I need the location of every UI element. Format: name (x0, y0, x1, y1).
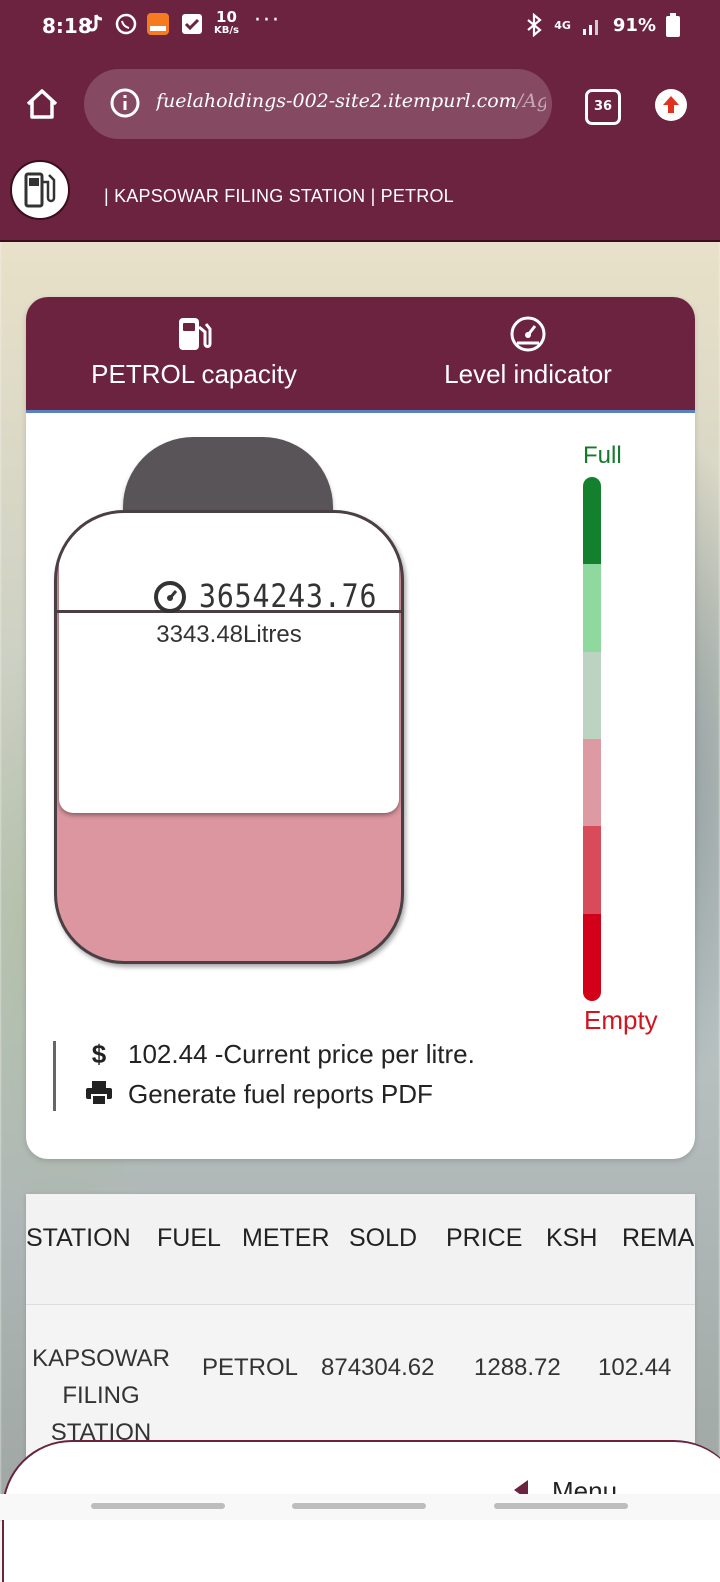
nav-home[interactable] (292, 1503, 426, 1509)
price-row: $102.44 -Current price per litre. (84, 1039, 475, 1070)
price-text: 102.44 -Current price per litre. (128, 1039, 475, 1069)
level-empty-label: Empty (584, 1005, 658, 1035)
generate-report-link[interactable]: Generate fuel reports PDF (84, 1079, 433, 1110)
cell-station: KAPSOWAR FILING STATION (32, 1345, 170, 1446)
upload-icon[interactable] (654, 88, 688, 122)
table-header: STATION FUEL METER SOLD PRICE KSH REMAI (26, 1194, 695, 1305)
col-sold: SOLD (349, 1224, 418, 1252)
nav-recents[interactable] (91, 1503, 225, 1509)
printer-icon (84, 1079, 114, 1110)
cell-price: 102.44 (598, 1354, 672, 1381)
report-text[interactable]: Generate fuel reports PDF (128, 1079, 433, 1109)
meter-reading: 3654243.76 (199, 577, 378, 615)
level-segment (583, 564, 601, 652)
tab-level-indicator[interactable]: Level indicator (386, 297, 670, 410)
more-notifications-icon: ··· (254, 8, 281, 33)
col-price: PRICE (446, 1224, 523, 1252)
level-indicator-bar (583, 477, 601, 1001)
col-station: STATION (26, 1224, 131, 1252)
system-nav-bar (0, 1494, 720, 1520)
tank-empty-space (59, 513, 399, 813)
cell-sold: 1288.72 (474, 1354, 561, 1381)
home-icon[interactable] (24, 86, 60, 122)
cell-meter: 874304.62 (321, 1354, 435, 1381)
signal-icon (582, 20, 598, 35)
bluetooth-icon (527, 13, 542, 37)
whatsapp-icon (115, 13, 137, 35)
gauge-icon (510, 316, 546, 352)
tiktok-icon (86, 14, 103, 32)
network-speed: 10 KB/s (214, 8, 239, 37)
tab-petrol-capacity[interactable]: PETROL capacity (52, 297, 336, 410)
tab-switcher-button[interactable]: 36 (585, 89, 621, 125)
page-title: | KAPSOWAR FILING STATION | PETROL (104, 186, 454, 206)
col-remaining: REMAI (622, 1224, 695, 1252)
fuel-capacity-card: PETROL capacity Level indicator 3654243.… (26, 297, 695, 1159)
fuel-station-logo[interactable] (10, 160, 70, 220)
cell-fuel: PETROL (202, 1354, 299, 1381)
level-segment (583, 826, 601, 914)
fuel-tank: 3654243.76 3343.48Litres (54, 510, 404, 964)
level-full-label: Full (583, 442, 622, 469)
level-segment (583, 913, 601, 1001)
fuel-pump-icon (179, 318, 212, 350)
level-segment (583, 651, 601, 739)
col-ksh: KSH (546, 1224, 598, 1252)
info-block: $102.44 -Current price per litre. Genera… (53, 1039, 656, 1111)
litres-remaining: 3343.48Litres (156, 621, 302, 648)
col-fuel: FUEL (157, 1224, 221, 1252)
site-header: | KAPSOWAR FILING STATION | PETROL (0, 154, 720, 242)
kilimall-icon (147, 13, 169, 35)
meter-gauge-icon (154, 581, 186, 613)
network-type: 4G (554, 18, 571, 32)
checkbox-icon (182, 14, 202, 34)
status-bar: 8:18 10 KB/s ··· 4G 91% (0, 0, 720, 56)
card-tabs: PETROL capacity Level indicator (26, 297, 695, 413)
browser-toolbar: fuelaholdings-002-site2.itempurl.com/Age… (0, 56, 720, 154)
level-segment (583, 738, 601, 827)
col-meter: METER (242, 1224, 330, 1252)
tab-label: PETROL capacity (91, 359, 297, 389)
url-text[interactable]: fuelaholdings-002-site2.itempurl.com/Age… (156, 90, 546, 112)
dollar-icon: $ (91, 1039, 107, 1069)
battery-icon (666, 13, 680, 37)
battery-percent: 91% (612, 14, 656, 36)
tab-label: Level indicator (444, 359, 612, 389)
nav-back[interactable] (494, 1503, 628, 1509)
info-icon[interactable] (110, 88, 140, 118)
level-segment (583, 477, 601, 565)
tank-cap (123, 437, 333, 513)
address-bar[interactable]: fuelaholdings-002-site2.itempurl.com/Age… (84, 69, 552, 139)
status-right: 4G 91% (524, 13, 680, 37)
